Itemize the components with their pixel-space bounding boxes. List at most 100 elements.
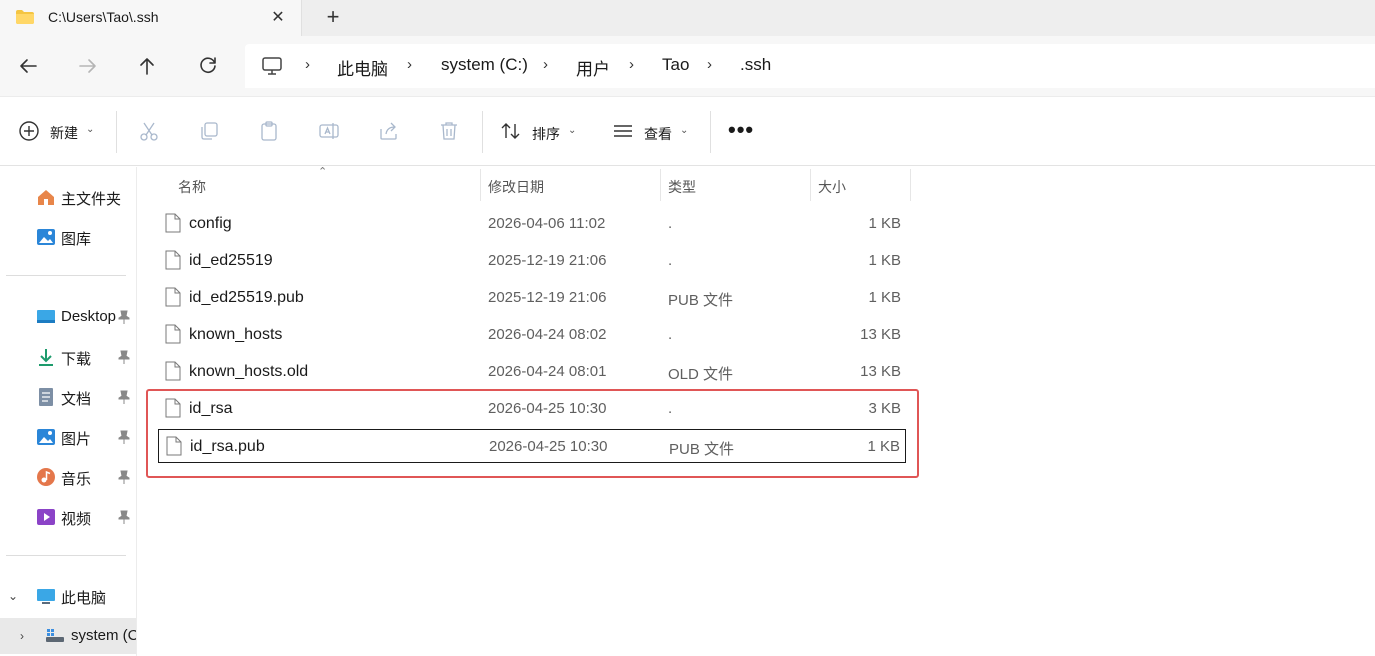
tab-title: C:\Users\Tao\.ssh xyxy=(48,9,159,25)
chevron-right-icon[interactable]: › xyxy=(407,56,412,73)
sort-label: 排序 xyxy=(532,126,560,142)
new-tab-button[interactable]: + xyxy=(320,6,346,30)
pin-icon[interactable] xyxy=(118,510,130,524)
sort-button[interactable]: 排序 ⌄ xyxy=(500,120,582,144)
home-icon xyxy=(38,190,54,205)
file-size: 13 KB xyxy=(860,363,901,380)
file-size: 1 KB xyxy=(868,289,901,306)
column-resize-handle[interactable] xyxy=(910,169,911,201)
column-header-date[interactable]: 修改日期 xyxy=(480,169,660,203)
sidebar-item-desktop[interactable]: Desktop xyxy=(0,299,136,335)
chevron-down-icon: ⌄ xyxy=(680,125,689,136)
file-row[interactable]: id_ed25519.pub 2025-12-19 21:06 PUB 文件 1… xyxy=(158,281,906,315)
sidebar-item-home[interactable]: 主文件夹 xyxy=(0,179,136,215)
sidebar-item-downloads[interactable]: 下载 xyxy=(0,339,136,375)
chevron-right-icon[interactable]: › xyxy=(305,56,310,73)
refresh-button[interactable] xyxy=(194,52,222,80)
sidebar-item-system-drive[interactable]: › system (C:) xyxy=(0,618,136,654)
arrow-up-icon xyxy=(140,58,154,75)
file-date: 2026-04-24 08:01 xyxy=(488,363,607,380)
sidebar-item-pictures[interactable]: 图片 xyxy=(0,419,136,455)
sidebar-item-videos[interactable]: 视频 xyxy=(0,499,136,535)
rename-icon xyxy=(319,123,339,139)
sidebar-item-this-pc[interactable]: ⌄ 此电脑 xyxy=(0,578,136,614)
file-row[interactable]: known_hosts 2026-04-24 08:02 . 13 KB xyxy=(158,318,906,352)
gallery-icon xyxy=(37,229,55,245)
file-icon xyxy=(165,250,181,270)
paste-button[interactable] xyxy=(258,120,280,142)
pictures-icon xyxy=(37,429,55,445)
file-type: OLD 文件 xyxy=(668,366,734,383)
tab-ssh-folder[interactable]: C:\Users\Tao\.ssh ✕ xyxy=(0,0,302,36)
delete-button[interactable] xyxy=(438,120,460,142)
arrow-left-icon xyxy=(20,59,37,73)
pin-icon[interactable] xyxy=(118,310,130,324)
pin-icon[interactable] xyxy=(118,470,130,484)
navigation-bar: › 此电脑 › system (C:) › 用户 › Tao › .ssh xyxy=(0,36,1375,96)
file-row[interactable]: id_ed25519 2025-12-19 21:06 . 1 KB xyxy=(158,244,906,278)
breadcrumb-tao[interactable]: Tao xyxy=(662,55,689,75)
share-icon xyxy=(380,122,397,140)
file-name: known_hosts xyxy=(189,326,283,343)
chevron-right-icon[interactable]: › xyxy=(629,56,634,73)
breadcrumb-users[interactable]: 用户 xyxy=(576,55,610,80)
up-button[interactable] xyxy=(133,52,161,80)
sidebar-item-label: 视频 xyxy=(61,511,92,528)
drive-icon xyxy=(46,629,64,642)
desktop-icon xyxy=(37,310,55,323)
file-name: known_hosts.old xyxy=(189,363,309,380)
close-icon[interactable]: ✕ xyxy=(268,8,288,28)
column-header-name[interactable]: 名称 xyxy=(170,169,480,203)
breadcrumb-this-pc[interactable]: 此电脑 xyxy=(337,55,388,80)
divider xyxy=(482,111,483,153)
column-header-size[interactable]: 大小 xyxy=(810,169,910,203)
file-type: PUB 文件 xyxy=(669,441,735,458)
file-size: 3 KB xyxy=(868,400,901,417)
sidebar-item-music[interactable]: 音乐 xyxy=(0,459,136,495)
breadcrumb-system-c[interactable]: system (C:) xyxy=(441,55,528,75)
file-row[interactable]: known_hosts.old 2026-04-24 08:01 OLD 文件 … xyxy=(158,355,906,389)
cut-button[interactable] xyxy=(138,120,160,142)
file-date: 2025-12-19 21:06 xyxy=(488,289,607,306)
divider xyxy=(6,555,126,556)
file-row-focused[interactable]: id_rsa.pub 2026-04-25 10:30 PUB 文件 1 KB xyxy=(158,429,906,463)
copy-button[interactable] xyxy=(198,120,220,142)
arrow-right-icon xyxy=(79,59,96,73)
breadcrumb-ssh[interactable]: .ssh xyxy=(740,55,771,75)
column-header-label: 类型 xyxy=(668,179,696,195)
back-button[interactable] xyxy=(14,52,42,80)
chevron-down-icon: ⌄ xyxy=(568,125,577,136)
sidebar-item-gallery[interactable]: 图库 xyxy=(0,219,136,255)
column-header-type[interactable]: 类型 xyxy=(660,169,810,203)
chevron-down-icon: ⌄ xyxy=(86,124,95,135)
more-options-icon[interactable]: ••• xyxy=(728,117,754,143)
file-row[interactable]: id_rsa 2026-04-25 10:30 . 3 KB xyxy=(158,392,906,426)
file-type: . xyxy=(668,215,673,232)
plus-circle-icon xyxy=(19,121,39,141)
chevron-right-icon[interactable]: › xyxy=(707,56,712,73)
chevron-down-icon[interactable]: ⌄ xyxy=(8,589,18,603)
file-icon xyxy=(165,398,181,418)
divider xyxy=(710,111,711,153)
pin-icon[interactable] xyxy=(118,430,130,444)
file-icon xyxy=(165,361,181,381)
file-name: id_ed25519.pub xyxy=(189,289,304,306)
chevron-right-icon[interactable]: › xyxy=(20,629,24,643)
file-row[interactable]: config 2026-04-06 11:02 . 1 KB xyxy=(158,207,906,241)
pin-icon[interactable] xyxy=(118,350,130,364)
computer-icon[interactable] xyxy=(261,55,283,77)
file-icon xyxy=(166,436,182,456)
sidebar-item-documents[interactable]: 文档 xyxy=(0,379,136,415)
view-label: 查看 xyxy=(644,126,672,142)
sidebar-item-label: Desktop xyxy=(61,308,117,325)
share-button[interactable] xyxy=(378,120,400,142)
chevron-right-icon[interactable]: › xyxy=(543,56,548,73)
divider xyxy=(6,275,126,276)
document-icon xyxy=(39,388,53,406)
rename-button[interactable] xyxy=(318,120,340,142)
pin-icon[interactable] xyxy=(118,390,130,404)
view-button[interactable]: 查看 ⌄ xyxy=(612,120,694,144)
forward-button[interactable] xyxy=(74,52,102,80)
file-icon xyxy=(165,324,181,344)
address-bar[interactable]: › 此电脑 › system (C:) › 用户 › Tao › .ssh xyxy=(245,44,1375,88)
